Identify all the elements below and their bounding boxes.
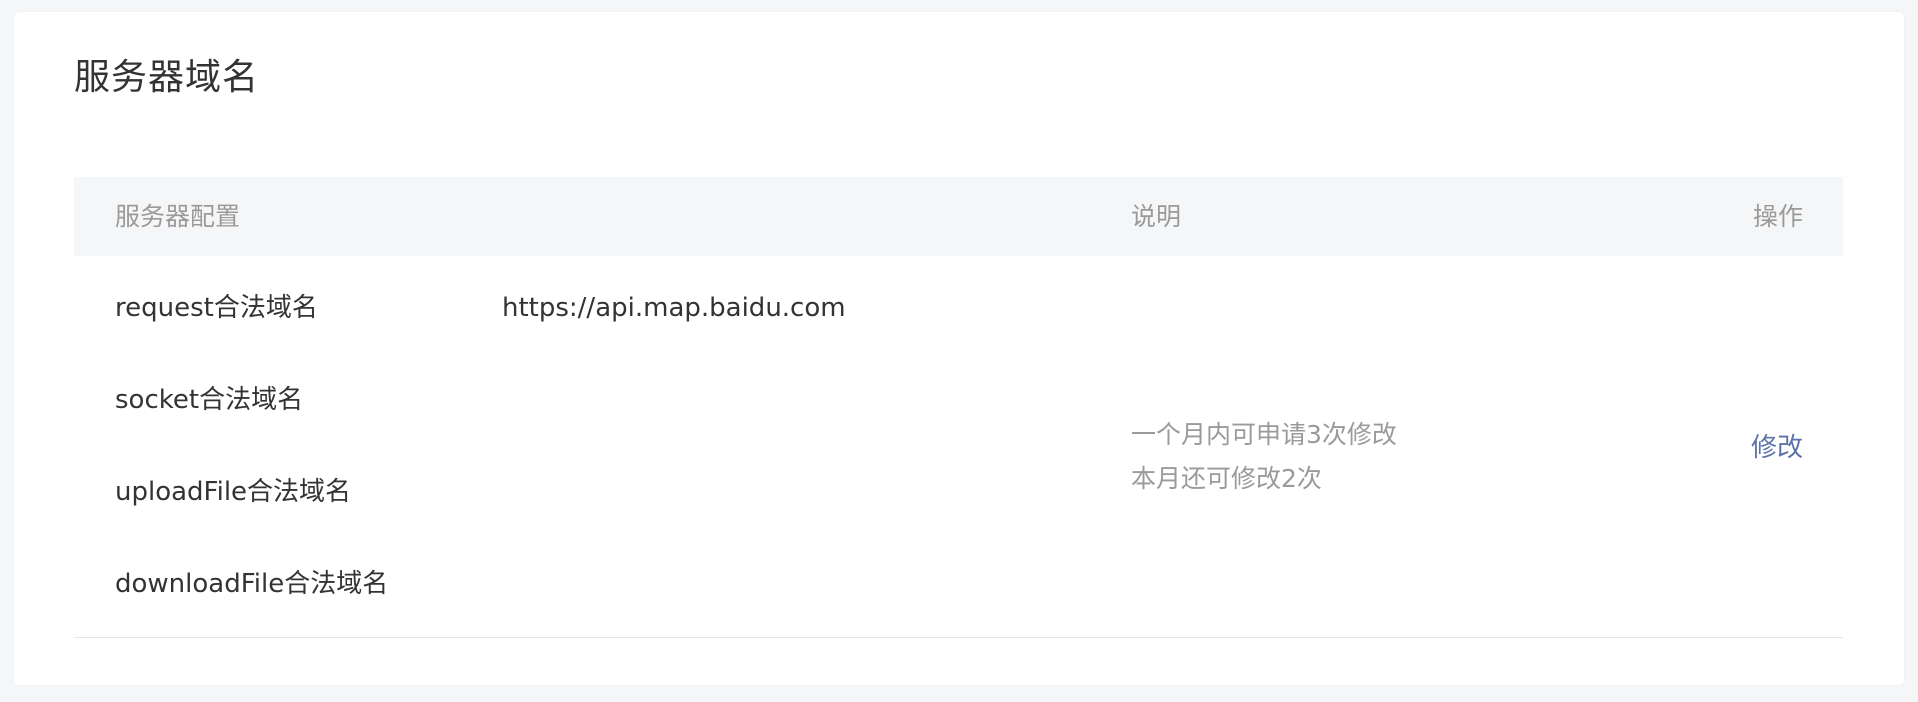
table-header: 服务器配置 说明 操作 [74,177,1843,256]
row-label-downloadfile: downloadFile合法域名 [115,569,389,599]
server-domain-card: 服务器域名 服务器配置 说明 操作 request合法域名 https://ap… [14,12,1904,685]
page-title: 服务器域名 [74,57,260,98]
row-label-uploadfile: uploadFile合法域名 [115,477,352,507]
server-config-table: 服务器配置 说明 操作 request合法域名 https://api.map.… [74,177,1843,638]
row-value-request: https://api.map.baidu.com [502,293,846,323]
row-label-request: request合法域名 [115,293,318,323]
header-description: 说明 [1131,202,1182,231]
description-line: 本月还可修改2次 [1131,464,1322,493]
header-operation: 操作 [1752,202,1803,231]
description-line: 一个月内可申请3次修改 [1131,420,1397,449]
header-config: 服务器配置 [115,202,241,231]
table-bottom-divider [74,637,1843,638]
row-label-socket: socket合法域名 [115,385,304,415]
modification-description: 一个月内可申请3次修改 本月还可修改2次 [1131,413,1397,501]
modify-link[interactable]: 修改 [1751,435,1803,461]
